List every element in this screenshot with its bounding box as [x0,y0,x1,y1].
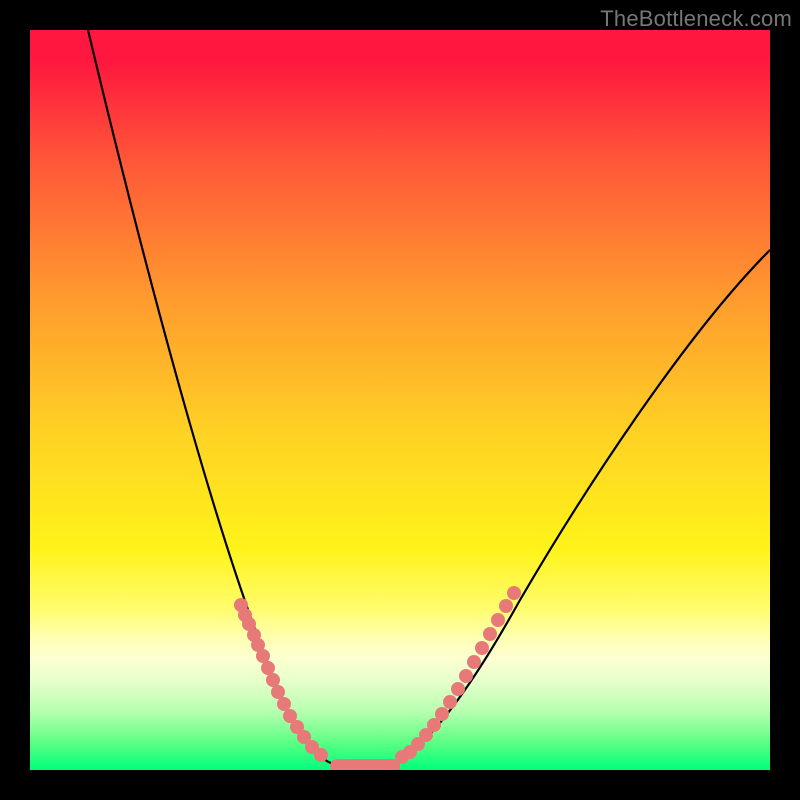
overlay-markers [234,586,521,770]
marker-dot [261,661,275,675]
marker-dot [271,685,285,699]
marker-dot [451,682,465,696]
watermark-text: TheBottleneck.com [600,6,792,32]
marker-dot [459,669,473,683]
marker-dot [491,613,505,627]
marker-dot [475,641,489,655]
chart-frame [30,30,770,770]
marker-dot [435,707,449,721]
marker-dot [256,649,270,663]
marker-dot [499,599,513,613]
marker-dot [507,586,521,600]
valley-pill [330,759,400,770]
marker-dot [266,673,280,687]
bottleneck-curve [88,30,770,768]
chart-svg [30,30,770,770]
marker-dot [277,697,291,711]
marker-dot [443,695,457,709]
marker-dot [483,627,497,641]
marker-dot [467,655,481,669]
marker-dot [314,748,328,762]
